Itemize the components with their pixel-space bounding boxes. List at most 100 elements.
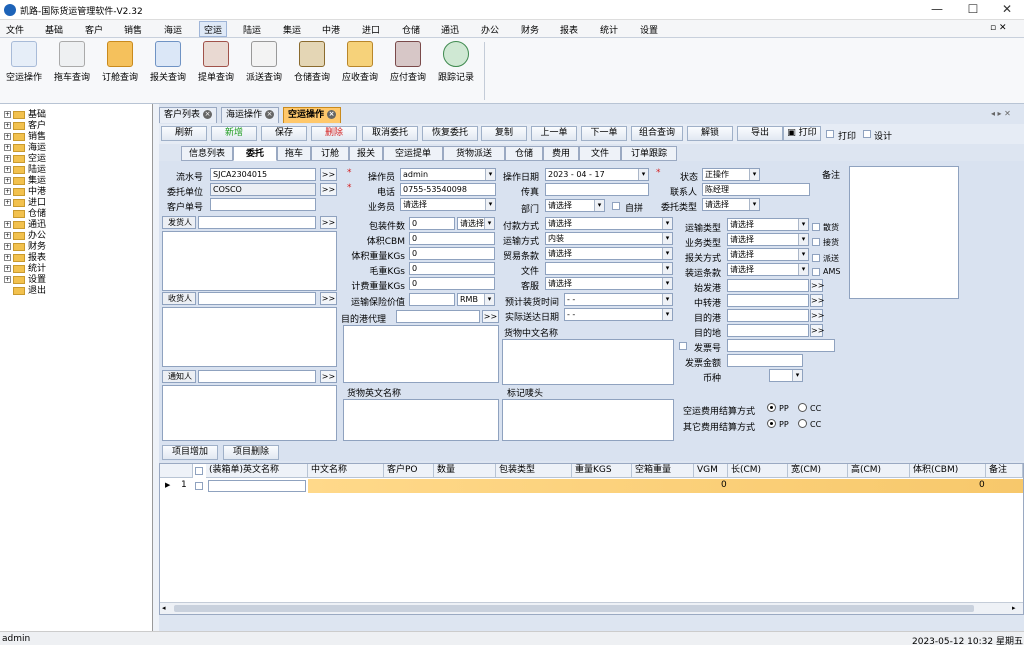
col-pkg-type[interactable]: 包装类型 bbox=[496, 464, 572, 478]
marks-textarea[interactable] bbox=[502, 399, 674, 441]
ribbon-warehouse-query[interactable]: 仓储查询 bbox=[290, 41, 334, 83]
dest-port-input[interactable] bbox=[727, 309, 809, 322]
prev-button[interactable]: 上一单 bbox=[531, 126, 577, 141]
fax-input[interactable] bbox=[545, 183, 649, 196]
dest-port-more-button[interactable]: >> bbox=[810, 309, 824, 322]
tree-node-basic[interactable]: + 基础 bbox=[4, 110, 46, 121]
charge-weight-input[interactable]: 0 bbox=[409, 277, 495, 290]
menu-stats[interactable]: 统计 bbox=[600, 23, 618, 36]
serial-more-button[interactable]: >> bbox=[320, 168, 337, 181]
entrust-type-select[interactable]: 请选择 bbox=[702, 198, 760, 211]
tree-node-comm[interactable]: + 通迅 bbox=[4, 220, 46, 231]
subtab-info-list[interactable]: 信息列表 bbox=[181, 146, 233, 161]
col-qty[interactable]: 数量 bbox=[434, 464, 496, 478]
customs-select[interactable]: 请选择 bbox=[727, 248, 809, 261]
col-cn-name[interactable]: 中文名称 bbox=[308, 464, 384, 478]
op-date-picker[interactable]: 2023 - 04 - 17 bbox=[545, 168, 649, 181]
sales-select[interactable]: 请选择 bbox=[400, 198, 496, 211]
docs-select[interactable] bbox=[545, 262, 673, 275]
contact-input[interactable]: 陈经理 bbox=[702, 183, 810, 196]
subtab-air-bill[interactable]: 空运提单 bbox=[383, 146, 443, 161]
operator-select[interactable]: admin bbox=[400, 168, 496, 181]
ribbon-receivable-query[interactable]: 应收查询 bbox=[338, 41, 382, 83]
close-button[interactable]: ✕ bbox=[990, 0, 1024, 20]
tree-node-warehouse[interactable]: +仓储 bbox=[4, 209, 46, 220]
menu-sea[interactable]: 海运 bbox=[164, 23, 182, 36]
ribbon-truck-query[interactable]: 拖车查询 bbox=[50, 41, 94, 83]
subtab-order-tracking[interactable]: 订单跟踪 bbox=[621, 146, 677, 161]
subtab-truck[interactable]: 拖车 bbox=[277, 146, 311, 161]
subtab-delivery[interactable]: 货物派送 bbox=[443, 146, 505, 161]
consignee-input[interactable] bbox=[198, 292, 316, 305]
dest-more-button[interactable]: >> bbox=[810, 324, 824, 337]
menu-customer[interactable]: 客户 bbox=[85, 23, 103, 36]
restore-entrust-button[interactable]: 恢复委托 bbox=[422, 126, 478, 141]
notify-more-button[interactable]: >> bbox=[320, 370, 337, 383]
close-tab-icon[interactable]: × bbox=[265, 110, 275, 119]
vol-weight-input[interactable]: 0 bbox=[409, 247, 495, 260]
expand-icon[interactable]: + bbox=[4, 232, 11, 239]
dept-select[interactable]: 请选择 bbox=[545, 199, 605, 212]
tree-node-finance[interactable]: + 财务 bbox=[4, 242, 46, 253]
menu-warehouse[interactable]: 仓储 bbox=[402, 23, 420, 36]
tree-node-exit[interactable]: +退出 bbox=[4, 286, 46, 297]
export-button[interactable]: 导出 bbox=[737, 126, 783, 141]
col-weight[interactable]: 重量KGS bbox=[572, 464, 632, 478]
next-button[interactable]: 下一单 bbox=[581, 126, 627, 141]
refresh-button[interactable]: 刷新 bbox=[161, 126, 207, 141]
ribbon-customs-query[interactable]: 报关查询 bbox=[146, 41, 190, 83]
deliver-checkbox[interactable] bbox=[812, 254, 820, 262]
expand-icon[interactable]: + bbox=[4, 221, 11, 228]
subtab-entrust[interactable]: 委托 bbox=[233, 146, 277, 161]
menu-file[interactable]: 文件 bbox=[6, 23, 24, 36]
col-volume[interactable]: 体积(CBM) bbox=[910, 464, 986, 478]
ribbon-booking-query[interactable]: 订舱查询 bbox=[98, 41, 142, 83]
biz-type-select[interactable]: 请选择 bbox=[727, 233, 809, 246]
ams-checkbox[interactable] bbox=[812, 268, 820, 276]
notify-textarea[interactable] bbox=[162, 385, 337, 441]
restore-icon[interactable]: ▫ ✕ bbox=[990, 23, 1007, 33]
air-fee-cc-radio[interactable] bbox=[798, 403, 807, 412]
consignee-more-button[interactable]: >> bbox=[320, 292, 337, 305]
col-en-name[interactable]: (装箱单)英文名称 bbox=[206, 464, 308, 478]
tree-node-stats[interactable]: + 统计 bbox=[4, 264, 46, 275]
expand-icon[interactable]: + bbox=[4, 243, 11, 250]
save-button[interactable]: 保存 bbox=[261, 126, 307, 141]
menu-sales[interactable]: 销售 bbox=[124, 23, 142, 36]
col-vgm[interactable]: VGM bbox=[694, 464, 728, 478]
ribbon-delivery-query[interactable]: 派送查询 bbox=[242, 41, 286, 83]
expand-icon[interactable]: + bbox=[4, 177, 11, 184]
tree-node-office[interactable]: + 办公 bbox=[4, 231, 46, 242]
doc-tab-air-operation[interactable]: 空运操作 × bbox=[283, 107, 342, 123]
ribbon-tracking-log[interactable]: 跟踪记录 bbox=[434, 41, 478, 83]
add-item-button[interactable]: 项目增加 bbox=[162, 445, 218, 460]
expand-icon[interactable]: + bbox=[4, 188, 11, 195]
minimize-button[interactable]: — bbox=[920, 0, 954, 20]
select-all-checkbox[interactable] bbox=[195, 467, 203, 475]
gross-weight-input[interactable]: 0 bbox=[409, 262, 495, 275]
col-width[interactable]: 宽(CM) bbox=[788, 464, 848, 478]
pickup-checkbox[interactable] bbox=[812, 238, 820, 246]
shipper-input[interactable] bbox=[198, 216, 316, 229]
invoice-checkbox[interactable] bbox=[679, 342, 687, 350]
phone-input[interactable]: 0755-53540098 bbox=[400, 183, 496, 196]
expand-icon[interactable]: + bbox=[4, 254, 11, 261]
scrollbar-thumb[interactable] bbox=[174, 605, 974, 612]
dest-agent-input[interactable] bbox=[396, 310, 480, 323]
expand-icon[interactable]: + bbox=[4, 166, 11, 173]
tree-node-hk[interactable]: + 中港 bbox=[4, 187, 46, 198]
cs-select[interactable]: 请选择 bbox=[545, 277, 673, 290]
status-select[interactable]: 正操作 bbox=[702, 168, 760, 181]
invoice-no-input[interactable] bbox=[727, 339, 835, 352]
expand-icon[interactable]: + bbox=[4, 133, 11, 140]
menu-basic[interactable]: 基础 bbox=[45, 23, 63, 36]
dest-agent-textarea[interactable] bbox=[343, 325, 499, 383]
doc-tab-sea-operation[interactable]: 海运操作 × bbox=[221, 107, 280, 123]
tree-node-import[interactable]: + 进口 bbox=[4, 198, 46, 209]
origin-port-more-button[interactable]: >> bbox=[810, 279, 824, 292]
tree-node-land[interactable]: + 陆运 bbox=[4, 165, 46, 176]
menu-settings[interactable]: 设置 bbox=[640, 23, 658, 36]
col-remarks[interactable]: 备注 bbox=[986, 464, 1023, 478]
transit-port-input[interactable] bbox=[727, 294, 809, 307]
air-fee-pp-radio[interactable] bbox=[767, 403, 776, 412]
